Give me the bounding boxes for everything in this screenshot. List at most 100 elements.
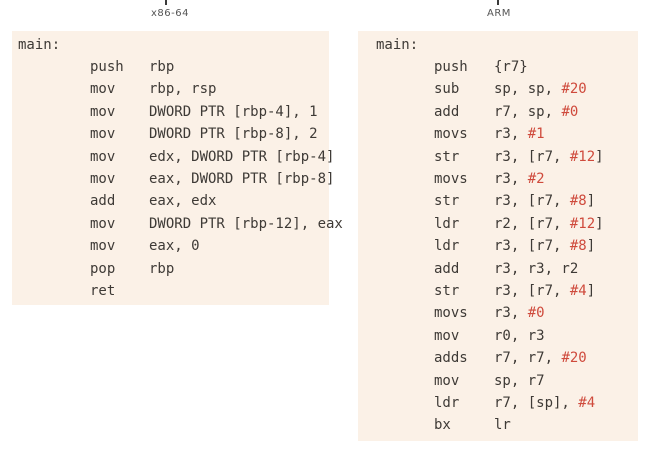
instruction-mnemonic: movs [434, 126, 468, 143]
instruction-operands: r3, [r7, #8] [494, 190, 595, 212]
instruction-operands: sp, r7 [494, 370, 545, 392]
instruction-operands: r3, [r7, #12] [494, 146, 604, 168]
instruction-mnemonic: movs [434, 171, 468, 187]
arm-code-panel: main: push {r7} sub sp, sp, #20 add r7, sp, #… [358, 31, 638, 441]
operand-text: DWORD PTR [rbp-4], 1 [149, 103, 318, 120]
immediate-value: #12 [569, 215, 596, 232]
operand-text: sp, sp, [494, 81, 562, 98]
instruction-mnemonic: push [434, 59, 468, 75]
x86-function-label: main: [18, 37, 61, 53]
instruction-mnemonic: push [90, 59, 124, 75]
instruction-operands: {r7} [494, 56, 528, 78]
instruction-operands: eax, DWORD PTR [rbp-8] [149, 168, 334, 190]
instruction-mnemonic: pop [90, 260, 116, 277]
operand-text: r3, [r7, [494, 193, 570, 210]
instruction-mnemonic: add [434, 260, 460, 277]
arm-arrow-marker [497, 0, 499, 5]
instruction-mnemonic: str [434, 148, 460, 165]
instruction-mnemonic: str [434, 193, 460, 210]
instruction-operands: r3, #0 [494, 302, 545, 324]
operand-text: r3, [r7, [494, 283, 570, 299]
instruction-operands: r2, [r7, #12] [494, 213, 604, 235]
instruction-operands: DWORD PTR [rbp-8], 2 [149, 123, 318, 145]
operand-text: r3, [r7, [494, 148, 570, 165]
operand-text: ] [586, 238, 596, 255]
operand-text: lr [494, 417, 511, 434]
instruction-operands: edx, DWORD PTR [rbp-4] [149, 146, 334, 168]
instruction-operands: DWORD PTR [rbp-12], eax [149, 213, 343, 235]
immediate-value: #8 [569, 238, 587, 255]
operand-text: r3, [494, 171, 528, 187]
operand-text: ] [595, 215, 604, 232]
operand-text: ] [595, 148, 604, 165]
operand-text: eax, DWORD PTR [rbp-8] [149, 171, 335, 187]
immediate-value: #2 [527, 171, 545, 187]
instruction-mnemonic: mov [434, 327, 460, 344]
instruction-mnemonic: mov [434, 372, 460, 389]
instruction-mnemonic: ldr [434, 238, 460, 255]
immediate-value: #4 [569, 283, 587, 299]
operand-text: r7, [sp], [494, 395, 579, 411]
instruction-mnemonic: mov [90, 103, 116, 120]
arm-function-label: main: [376, 37, 419, 53]
instruction-operands: eax, edx [149, 190, 216, 212]
instruction-operands: DWORD PTR [rbp-4], 1 [149, 101, 318, 123]
operand-text: ] [586, 283, 596, 299]
instruction-operands: rbp [149, 56, 174, 78]
instruction-mnemonic: mov [90, 126, 116, 143]
immediate-value: #20 [561, 350, 587, 367]
instruction-mnemonic: add [90, 193, 116, 210]
operand-text: DWORD PTR [rbp-12], eax [149, 215, 343, 232]
instruction-operands: r3, r3, r2 [494, 258, 578, 280]
instruction-operands: r7, [sp], #4 [494, 392, 595, 414]
operand-text: rbp, rsp [149, 81, 217, 98]
x86-arrow-marker [165, 0, 167, 5]
instruction-operands: r0, r3 [494, 325, 545, 347]
instruction-mnemonic: mov [90, 171, 116, 187]
operand-text: eax, 0 [149, 238, 200, 255]
immediate-value: #1 [527, 126, 545, 143]
instruction-operands: rbp, rsp [149, 78, 216, 100]
operand-text: sp, r7 [494, 372, 545, 389]
instruction-mnemonic: mov [90, 215, 116, 232]
operand-text: rbp [149, 59, 175, 75]
instruction-mnemonic: adds [434, 350, 468, 367]
operand-text: ] [586, 193, 596, 210]
instruction-operands: lr [494, 414, 511, 436]
instruction-mnemonic: bx [434, 417, 451, 434]
operand-text: rbp [149, 260, 175, 277]
operand-text: DWORD PTR [rbp-8], 2 [149, 126, 318, 143]
x86-arch-label: x86-64 [151, 8, 189, 19]
instruction-operands: r7, r7, #20 [494, 347, 587, 369]
operand-text: {r7} [494, 59, 528, 75]
immediate-value: #20 [561, 81, 587, 98]
operand-text: edx, DWORD PTR [rbp-4] [149, 148, 335, 165]
operand-text: r3, [494, 126, 528, 143]
operand-text: r3, r3, r2 [494, 260, 579, 277]
instruction-mnemonic: str [434, 283, 460, 299]
instruction-mnemonic: movs [434, 305, 468, 322]
instruction-operands: r3, #1 [494, 123, 545, 145]
instruction-mnemonic: mov [90, 148, 116, 165]
operand-text: r2, [r7, [494, 215, 570, 232]
instruction-operands: r3, [r7, #8] [494, 235, 595, 257]
immediate-value: #0 [561, 103, 579, 120]
instruction-mnemonic: mov [90, 81, 116, 98]
operand-text: r7, r7, [494, 350, 562, 367]
operand-text: r3, [r7, [494, 238, 570, 255]
instruction-operands: sp, sp, #20 [494, 78, 587, 100]
instruction-operands: eax, 0 [149, 235, 200, 257]
operand-text: r3, [494, 305, 528, 322]
instruction-operands: r3, #2 [494, 168, 545, 190]
operand-text: r7, sp, [494, 103, 562, 120]
x86-code-panel: main: push rbp mov rbp, rsp mov DWORD PTR [rb… [12, 31, 343, 305]
immediate-value: #8 [569, 193, 587, 210]
immediate-value: #4 [578, 395, 596, 411]
arm-arch-label: ARM [487, 8, 511, 19]
instruction-mnemonic: sub [434, 81, 460, 98]
instruction-mnemonic: ldr [434, 395, 460, 411]
instruction-mnemonic: add [434, 103, 460, 120]
operand-text: eax, edx [149, 193, 217, 210]
instruction-mnemonic: mov [90, 238, 116, 255]
immediate-value: #12 [569, 148, 596, 165]
